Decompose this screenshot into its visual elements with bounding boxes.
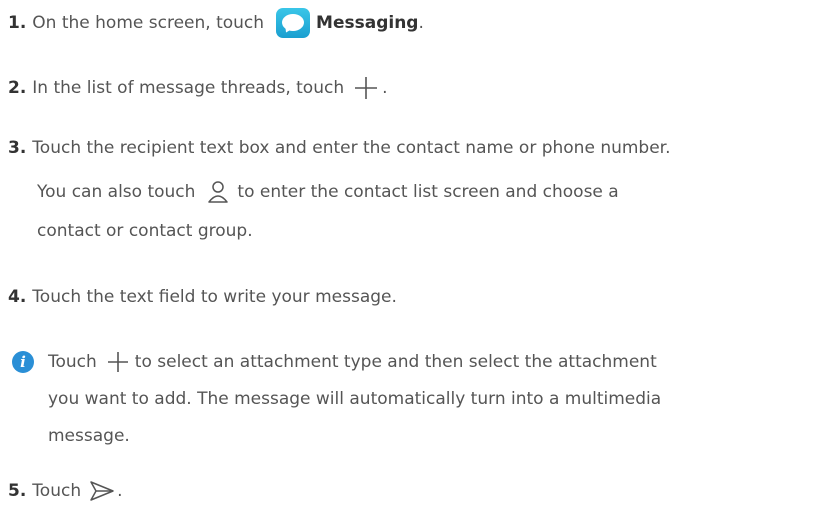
app-name: Messaging	[316, 13, 419, 33]
step-text-end: .	[418, 13, 424, 33]
step-text-end: .	[117, 481, 123, 501]
add-icon	[354, 76, 378, 100]
step-text: Touch	[32, 481, 82, 501]
tip-line-2: you want to add. The message will automa…	[48, 384, 661, 414]
tip-line-3: message.	[48, 421, 130, 451]
step-number: 2.	[8, 78, 27, 98]
step-1: 1. On the home screen, touch Messaging .	[8, 8, 424, 38]
step-text: On the home screen, touch	[32, 13, 265, 33]
step-3-note-line-1: You can also touch to enter the contact …	[37, 177, 619, 207]
note-text: You can also touch	[37, 182, 196, 202]
step-number: 5.	[8, 481, 27, 501]
step-5: 5. Touch .	[8, 476, 123, 506]
tip-text: you want to add. The message will automa…	[48, 389, 662, 409]
step-4: 4. Touch the text field to write your me…	[8, 282, 397, 312]
messaging-app-icon	[276, 8, 311, 38]
tip-text: message.	[48, 426, 130, 446]
add-icon	[107, 351, 129, 373]
step-number: 3.	[8, 138, 27, 158]
tip-text: to select an attachment type and then se…	[134, 352, 657, 372]
step-2: 2. In the list of message threads, touch…	[8, 73, 388, 103]
step-number: 1.	[8, 13, 27, 33]
note-text: contact or contact group.	[37, 221, 253, 241]
step-3-note-line-2: contact or contact group.	[37, 216, 253, 246]
send-icon	[89, 480, 115, 502]
step-text: Touch the text field to write your messa…	[32, 287, 397, 307]
step-text: In the list of message threads, touch	[32, 78, 345, 98]
tip-text: Touch	[48, 352, 97, 372]
note-text: to enter the contact list screen and cho…	[237, 182, 619, 202]
step-3: 3. Touch the recipient text box and ente…	[8, 133, 671, 163]
step-number: 4.	[8, 287, 27, 307]
tip-line-1: i Touch to select an attachment type and…	[12, 347, 657, 377]
step-text-end: .	[382, 78, 388, 98]
info-icon: i	[12, 351, 34, 373]
contact-icon	[207, 180, 229, 204]
step-text: Touch the recipient text box and enter t…	[32, 138, 671, 158]
